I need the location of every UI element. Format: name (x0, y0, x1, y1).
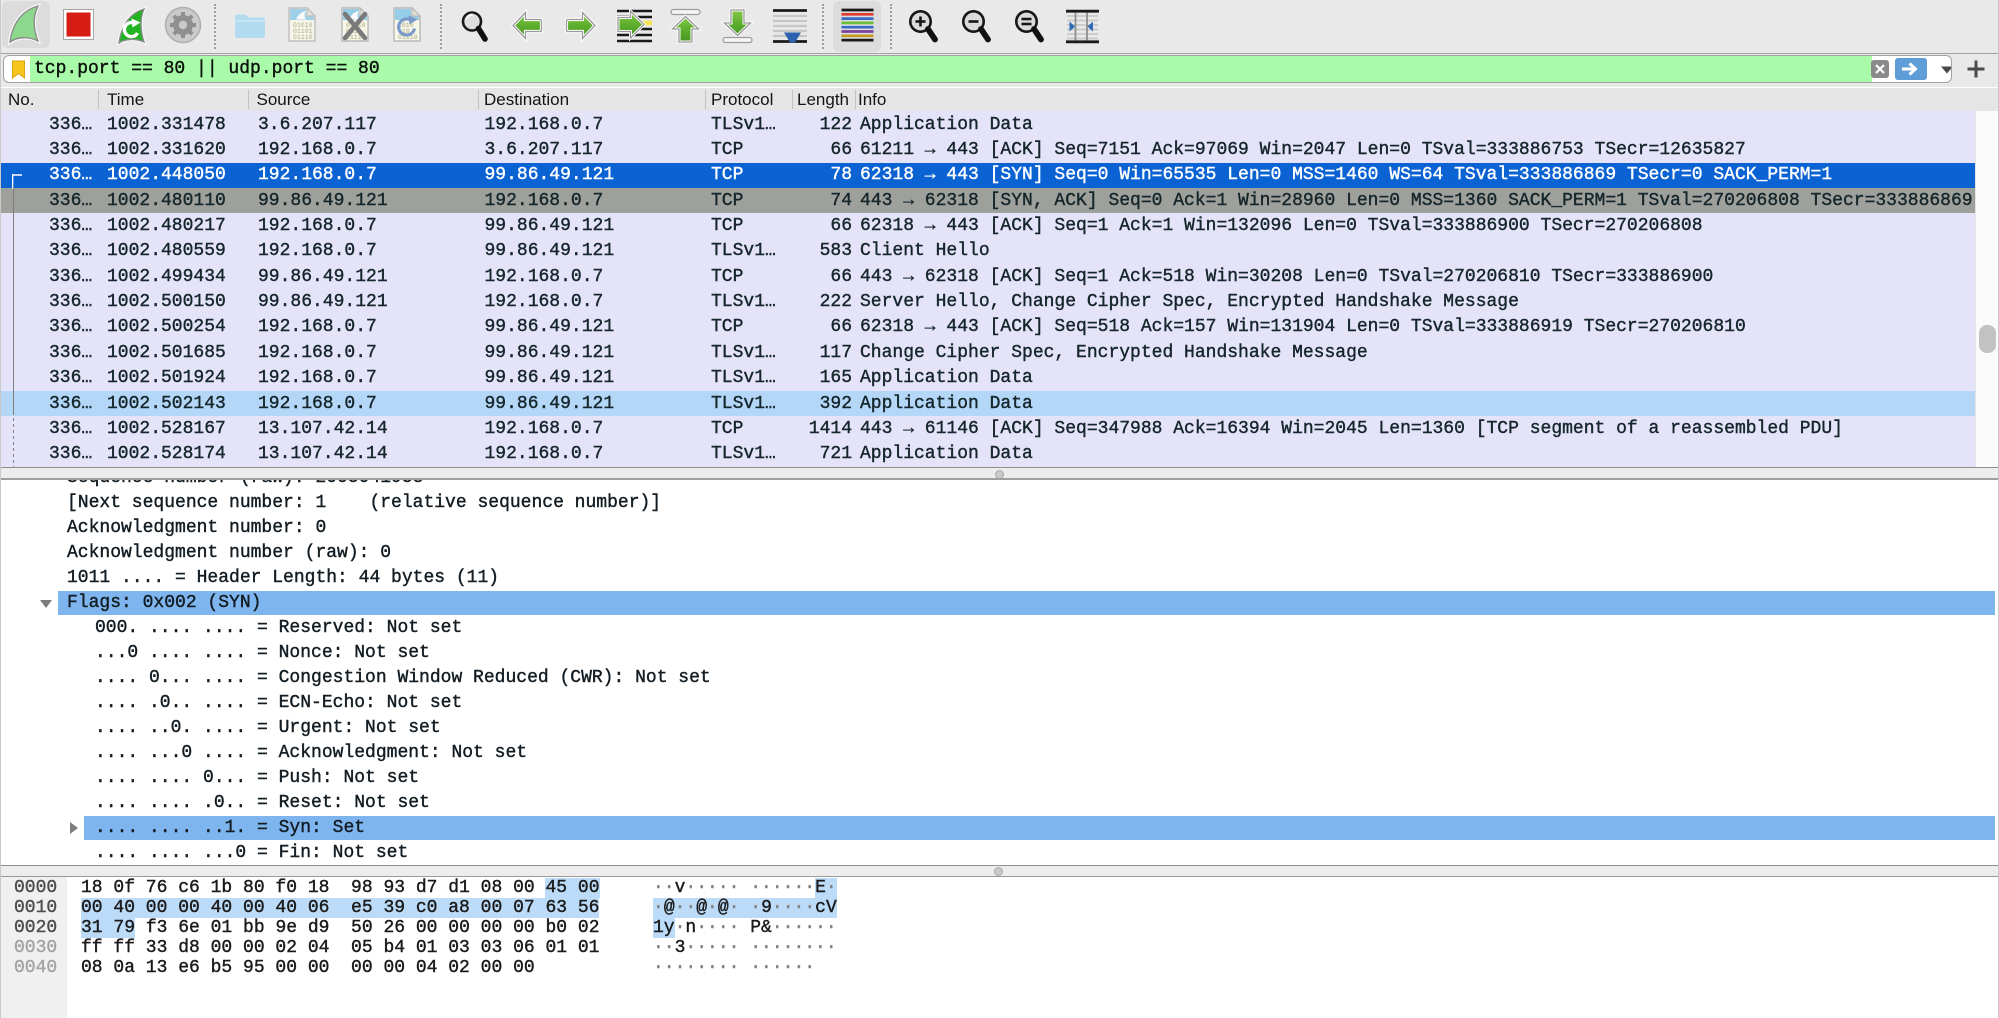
svg-text:01110: 01110 (293, 34, 313, 41)
